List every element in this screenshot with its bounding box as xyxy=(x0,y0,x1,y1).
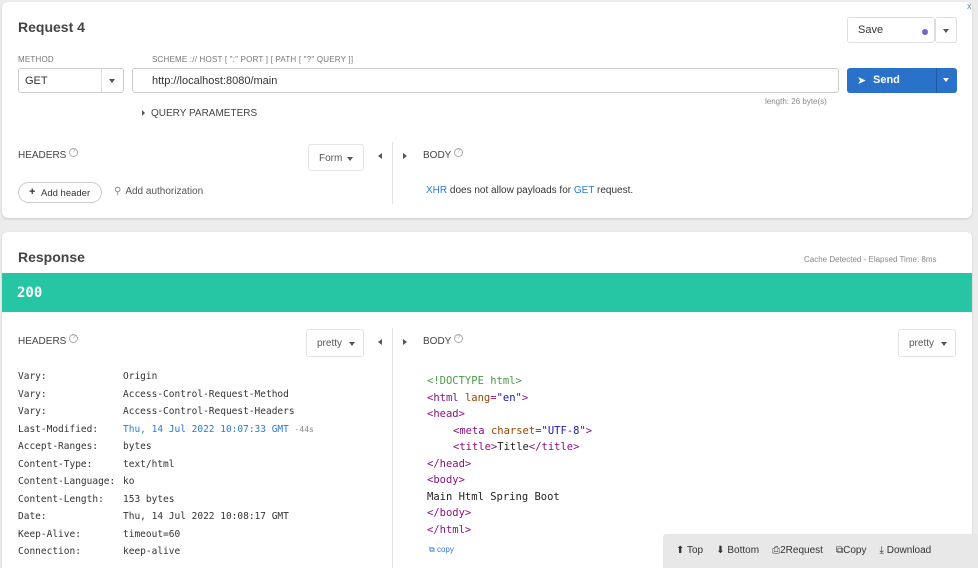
arrow-down-circle-icon: ⬇ xyxy=(716,545,725,556)
chevron-down-icon xyxy=(943,78,949,82)
scroll-top-button[interactable]: ⬆ Top xyxy=(676,545,703,556)
header-row: Vary: Origin xyxy=(18,371,158,382)
to-request-button[interactable]: ⎙2Request xyxy=(772,545,823,556)
save-options-dropdown[interactable] xyxy=(935,17,957,43)
header-row: Keep-Alive: timeout=60 xyxy=(18,528,181,540)
help-icon[interactable]: ? xyxy=(69,334,79,343)
expand-right-icon[interactable] xyxy=(403,153,407,159)
download-icon: ⤓ xyxy=(879,545,884,556)
body-pretty-select[interactable]: pretty xyxy=(898,329,956,357)
chevron-down-icon xyxy=(941,342,947,346)
response-title: Response xyxy=(18,249,85,265)
code-line: <title>Title</title> xyxy=(453,441,580,453)
code-line: <head> xyxy=(427,408,465,420)
header-row: Accept-Ranges: bytes xyxy=(18,441,152,452)
copy-response-button[interactable]: ⧉Copy xyxy=(836,545,867,556)
header-row: Content-Length: 153 bytes xyxy=(18,493,175,505)
header-row: Content-Type: text/html xyxy=(18,458,175,470)
headers-form-mode-select[interactable]: Form xyxy=(308,144,364,171)
caret-right-icon xyxy=(142,110,145,117)
header-row: Date: Thu, 14 Jul 2022 10:08:17 GMT xyxy=(18,511,289,522)
body-unsupported-message: XHR does not allow payloads for GET requ… xyxy=(426,185,634,196)
send-options-dropdown[interactable] xyxy=(936,68,957,93)
code-line: </head> xyxy=(427,457,472,470)
paper-plane-icon: ➤ xyxy=(857,75,867,87)
copy-icon: ⧉ xyxy=(429,545,435,554)
key-icon: ⚲ xyxy=(114,186,122,197)
add-header-button[interactable]: + Add header xyxy=(18,182,102,203)
headers-pretty-select[interactable]: pretty xyxy=(306,329,364,357)
header-row: Connection: keep-alive xyxy=(18,546,181,557)
download-button[interactable]: ⤓ Download xyxy=(880,545,932,556)
chevron-down-icon xyxy=(347,157,353,161)
paste-icon: ⎙ xyxy=(772,545,781,556)
close-icon[interactable]: x xyxy=(967,1,972,11)
code-line: <!DOCTYPE html> xyxy=(427,375,522,387)
save-button[interactable]: Save xyxy=(847,17,935,43)
query-parameters-toggle[interactable]: QUERY PARAMETERS xyxy=(142,108,257,119)
send-button[interactable]: ➤ Send xyxy=(847,68,936,93)
request-headers-title: HEADERS? xyxy=(18,148,79,161)
chevron-down-icon xyxy=(109,79,115,83)
code-line: <html lang="en"> xyxy=(427,391,529,404)
last-modified-link[interactable]: Thu, 14 Jul 2022 10:07:33 GMT xyxy=(123,424,289,435)
code-line: </html> xyxy=(427,523,472,536)
request-title: Request 4 xyxy=(18,19,85,35)
response-headers-title: HEADERS? xyxy=(18,334,79,347)
header-row: Content-Language: ko xyxy=(18,476,135,487)
chevron-down-icon xyxy=(349,342,355,346)
collapse-left-icon[interactable] xyxy=(378,153,382,159)
help-icon[interactable]: ? xyxy=(69,148,79,157)
header-row: Vary: Access-Control-Request-Headers xyxy=(18,406,295,417)
bottom-toolbar: ⬆ Top ⬇ Bottom ⎙2Request ⧉Copy ⤓ Downloa… xyxy=(663,534,978,568)
cache-elapsed-info: Cache Detected - Elapsed Time: 8ms xyxy=(804,255,937,264)
expand-right-icon[interactable] xyxy=(403,339,407,345)
scroll-bottom-button[interactable]: ⬇ Bottom xyxy=(716,545,759,556)
code-line: <body> xyxy=(427,474,465,486)
method-select[interactable]: GET xyxy=(18,68,124,93)
status-bar: 200 xyxy=(2,273,972,312)
url-label: SCHEME :// HOST [ ":" PORT ] [ PATH [ "?… xyxy=(152,55,354,64)
copy-body-link[interactable]: ⧉ copy xyxy=(429,545,454,555)
header-row: Vary: Access-Control-Request-Method xyxy=(18,388,289,400)
help-icon[interactable]: ? xyxy=(454,148,464,157)
arrow-up-circle-icon: ⬆ xyxy=(676,545,685,556)
code-line: </body> xyxy=(427,507,472,519)
unsaved-dot-icon xyxy=(922,29,928,35)
url-input[interactable]: http://localhost:8080/main xyxy=(132,68,839,93)
method-label: METHOD xyxy=(18,55,54,64)
collapse-left-icon[interactable] xyxy=(378,339,382,345)
add-authorization-link[interactable]: ⚲ Add authorization xyxy=(114,186,203,197)
code-line: <meta charset="UTF-8"> xyxy=(453,424,593,437)
code-line: Main Html Spring Boot xyxy=(427,490,560,503)
header-row: Last-Modified: Thu, 14 Jul 2022 10:07:33 … xyxy=(18,423,314,435)
plus-icon: + xyxy=(29,186,36,198)
request-panel: Request 4 Save METHOD GET SCHEME :// HOS… xyxy=(2,2,972,218)
response-body-title: BODY? xyxy=(423,334,464,347)
request-body-title: BODY? xyxy=(423,148,464,161)
help-icon[interactable]: ? xyxy=(454,334,464,343)
status-code: 200 xyxy=(17,285,43,301)
chevron-down-icon xyxy=(943,29,949,33)
url-length: length: 26 byte(s) xyxy=(765,97,827,106)
